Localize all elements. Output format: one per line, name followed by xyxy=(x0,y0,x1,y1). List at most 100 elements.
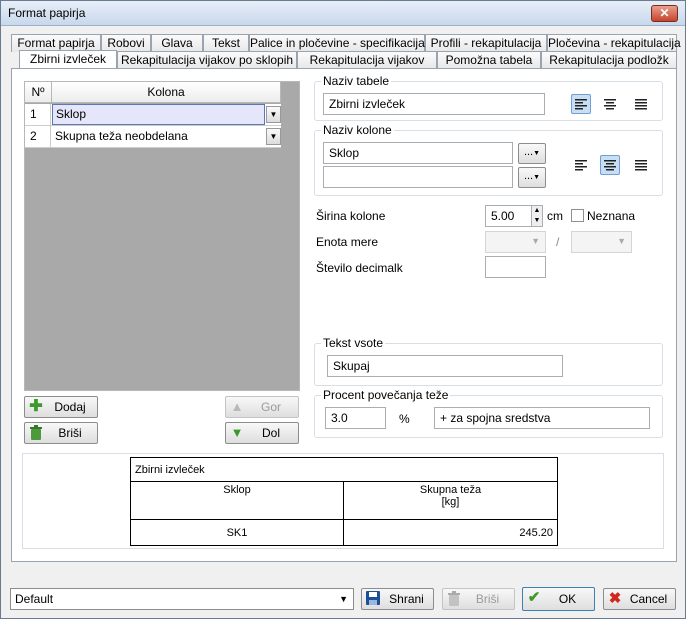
cross-icon: ✖ xyxy=(608,590,622,607)
row-value[interactable]: Skupna teža neobdelana xyxy=(52,126,265,147)
unit-select-2[interactable]: ▼ xyxy=(571,231,632,253)
tab-rekapitulacija-vijakov-sklopi[interactable]: Rekapitulacija vijakov po sklopih xyxy=(117,51,297,69)
align-justify-icon[interactable] xyxy=(631,94,651,114)
unit-select-1[interactable]: ▼ xyxy=(485,231,546,253)
chevron-down-icon: ▼ xyxy=(339,594,348,604)
trash-icon xyxy=(446,591,462,607)
window-title: Format papirja xyxy=(8,6,86,20)
column-name-input-2[interactable] xyxy=(323,166,513,188)
percent-unit: % xyxy=(399,412,410,426)
weight-increase-input[interactable]: 3.0 xyxy=(325,407,386,429)
column-width-unit: cm xyxy=(547,209,563,223)
align-center-icon[interactable] xyxy=(600,94,620,114)
arrow-up-icon: ▲ xyxy=(230,399,244,414)
table-preview: Zbirni izvleček Sklop Skupna teža [kg] SK… xyxy=(22,453,664,549)
close-icon: ✕ xyxy=(659,6,670,20)
delete-row-label: Briši xyxy=(58,426,82,440)
weight-increase-label: Procent povečanja teže xyxy=(321,388,451,402)
grid-header-kolona[interactable]: Kolona xyxy=(52,82,281,103)
move-up-label: Gor xyxy=(260,400,281,414)
trash-icon xyxy=(28,425,44,441)
table-name-input[interactable]: Zbirni izvleček xyxy=(323,93,545,115)
preview-cell-sklop: SK1 xyxy=(130,519,344,546)
preview-header-sklop: Sklop xyxy=(130,481,344,520)
plus-icon: ✚ xyxy=(29,398,43,415)
width-spinner[interactable]: ▲ ▼ xyxy=(531,205,543,227)
unknown-label: Neznana xyxy=(587,209,636,223)
move-down-label: Dol xyxy=(261,426,280,440)
tab-tekst[interactable]: Tekst xyxy=(203,34,249,52)
chevron-down-icon[interactable]: ▼ xyxy=(266,128,281,145)
weight-increase-note-input[interactable]: + za spojna sredstva xyxy=(434,407,650,429)
chevron-down-icon: ▼ xyxy=(617,236,626,246)
column-align-justify-icon[interactable] xyxy=(631,155,651,175)
save-icon xyxy=(365,591,381,607)
ellipsis-icon: ... xyxy=(523,146,534,158)
columns-grid[interactable]: Nº Kolona 1 Sklop ▼ 2 Skupna teža neobde… xyxy=(24,81,300,391)
add-button[interactable]: ✚ Dodaj xyxy=(24,396,98,418)
weight-increase-group: Procent povečanja teže 3.0 % + za spojna… xyxy=(314,388,663,438)
tab-zbirni-izvlecek[interactable]: Zbirni izvleček xyxy=(19,50,117,70)
unit-separator: / xyxy=(556,235,560,249)
unit-label: Enota mere xyxy=(316,235,379,249)
chevron-down-icon: ▼ xyxy=(531,236,540,246)
close-button[interactable]: ✕ xyxy=(651,5,678,22)
table-row[interactable]: 1 Sklop ▼ xyxy=(25,104,281,126)
column-name-label: Naziv kolone xyxy=(321,123,394,137)
delete-profile-button[interactable]: Briši xyxy=(442,588,515,610)
preview-cell-weight: 245.20 xyxy=(343,519,558,546)
ok-button-label: OK xyxy=(558,592,577,606)
add-button-label: Dodaj xyxy=(54,400,86,414)
sum-text-group: Tekst vsote Skupaj xyxy=(314,336,663,386)
ok-button[interactable]: ✔ OK xyxy=(522,587,595,611)
column-align-center-icon[interactable] xyxy=(600,155,620,175)
delete-profile-label: Briši xyxy=(475,592,500,606)
table-name-label: Naziv tabele xyxy=(321,74,392,88)
grid-header-number: Nº xyxy=(25,82,52,103)
column-width-label: Širina kolone xyxy=(316,209,386,223)
profile-select[interactable]: Default ▼ xyxy=(10,588,354,610)
preview-header-weight-unit: [kg] xyxy=(441,496,460,508)
tab-plocevina-rekapitulacija[interactable]: Pločevina - rekapitulacija xyxy=(547,34,681,52)
preview-table: Zbirni izvleček Sklop Skupna teža [kg] SK… xyxy=(130,457,558,546)
align-left-icon[interactable] xyxy=(571,94,591,114)
tab-rekapitulacija-podlozk[interactable]: Rekapitulacija podložk xyxy=(541,51,677,69)
checkmark-icon: ✔ xyxy=(527,589,541,606)
sum-text-label: Tekst vsote xyxy=(321,336,386,350)
preview-title: Zbirni izvleček xyxy=(130,457,558,482)
column-name-browse-1[interactable]: ...▼ xyxy=(518,143,546,164)
chevron-down-icon[interactable]: ▼ xyxy=(266,106,281,123)
tab-glava[interactable]: Glava xyxy=(151,34,203,52)
save-button[interactable]: Shrani xyxy=(361,588,434,610)
column-name-group: Naziv kolone Sklop ...▼ ...▼ xyxy=(314,123,663,196)
row-number: 2 xyxy=(25,126,51,147)
tab-rekapitulacija-vijakov[interactable]: Rekapitulacija vijakov xyxy=(297,51,437,69)
table-name-group: Naziv tabele Zbirni izvleček xyxy=(314,74,663,121)
tab-panel: Nº Kolona 1 Sklop ▼ 2 Skupna teža neobde… xyxy=(11,68,677,562)
move-up-button[interactable]: ▲ Gor xyxy=(225,396,299,418)
tab-palice-specifikacija[interactable]: Palice in pločevine - specifikacija xyxy=(249,34,425,52)
tab-profili-rekapitulacija[interactable]: Profili - rekapitulacija xyxy=(425,34,547,52)
row-value[interactable]: Sklop xyxy=(52,104,265,125)
sum-text-input[interactable]: Skupaj xyxy=(327,355,563,377)
column-width-input[interactable]: 5.00 xyxy=(485,205,532,227)
column-align-left-icon[interactable] xyxy=(571,155,591,175)
delete-row-button[interactable]: Briši xyxy=(24,422,98,444)
unknown-checkbox[interactable] xyxy=(571,209,584,222)
cancel-button[interactable]: ✖ Cancel xyxy=(603,588,676,610)
arrow-down-icon: ▼ xyxy=(230,425,244,440)
ellipsis-icon: ... xyxy=(523,170,534,182)
tab-pomozna-tabela[interactable]: Pomožna tabela xyxy=(437,51,541,69)
cancel-button-label: Cancel xyxy=(629,592,668,606)
column-name-input-1[interactable]: Sklop xyxy=(323,142,513,164)
column-name-browse-2[interactable]: ...▼ xyxy=(518,167,546,188)
preview-header-weight: Skupna teža [kg] xyxy=(343,481,558,520)
table-row[interactable]: 2 Skupna teža neobdelana ▼ xyxy=(25,126,281,148)
save-button-label: Shrani xyxy=(389,592,424,606)
decimals-input[interactable] xyxy=(485,256,546,278)
move-down-button[interactable]: ▼ Dol xyxy=(225,422,299,444)
title-bar: Format papirja ✕ xyxy=(1,1,685,26)
profile-select-value: Default xyxy=(15,592,54,606)
preview-header-weight-title: Skupna teža xyxy=(419,484,482,496)
format-papirja-dialog: Format papirja ✕ Format papirja Robovi G… xyxy=(0,0,686,619)
